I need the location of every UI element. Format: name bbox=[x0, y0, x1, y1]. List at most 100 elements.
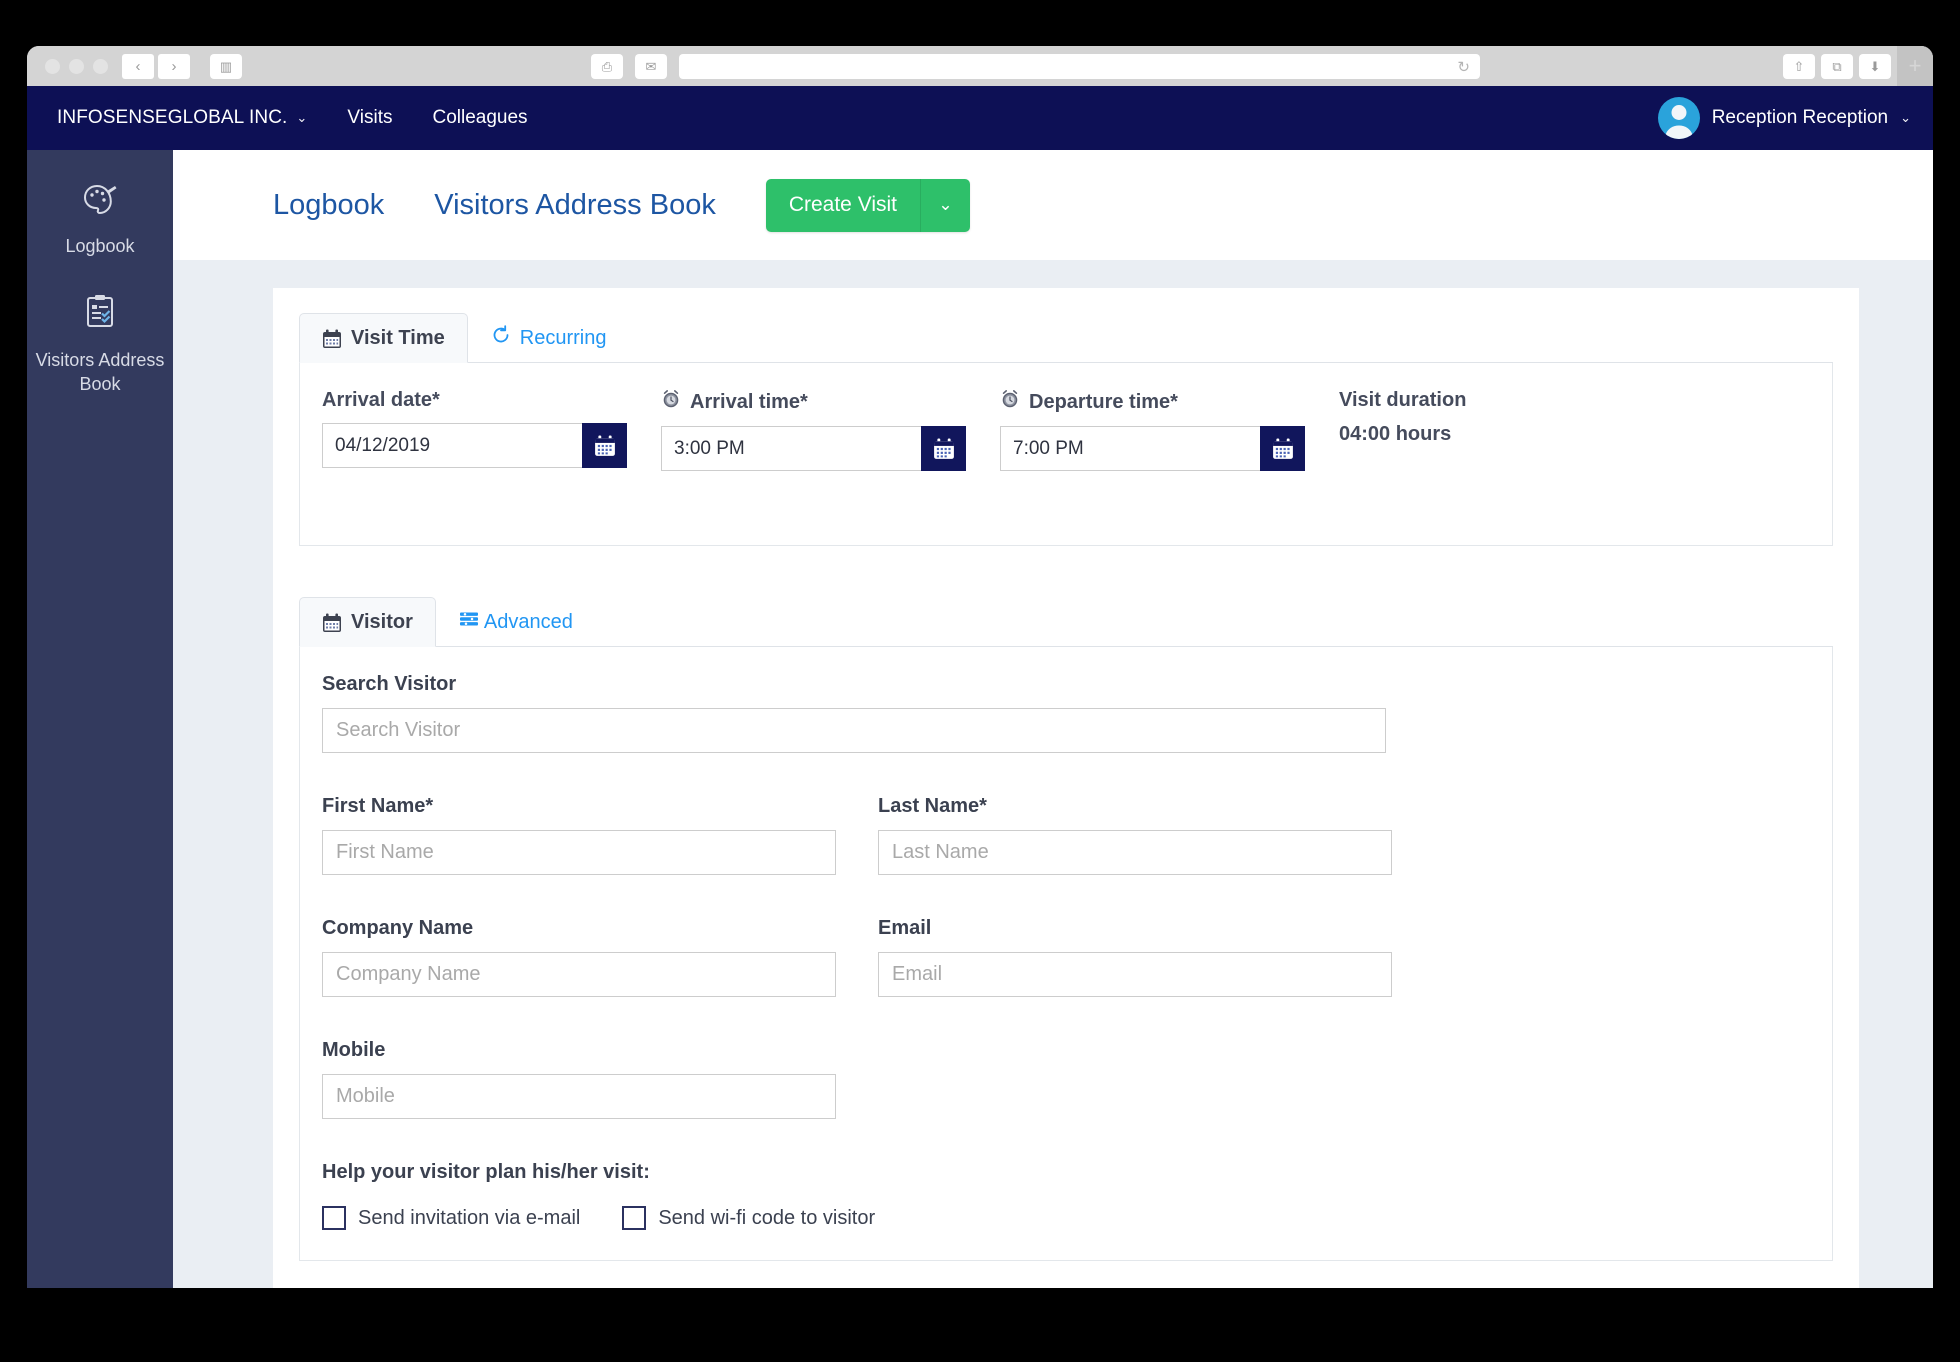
clipboard-icon bbox=[35, 294, 165, 338]
create-visit-dropdown-icon[interactable]: ⌄ bbox=[920, 178, 970, 232]
mobile-label: Mobile bbox=[322, 1039, 386, 1061]
reload-icon[interactable]: ↻ bbox=[1457, 58, 1470, 76]
visit-duration-field: Visit duration 04:00 hours bbox=[1339, 389, 1466, 471]
departure-time-input-group bbox=[1000, 426, 1305, 471]
palette-icon bbox=[35, 184, 165, 224]
tab-visit-time[interactable]: Visit Time bbox=[299, 313, 468, 363]
arrival-date-label: Arrival date* bbox=[322, 389, 627, 412]
chevron-down-icon: ⌄ bbox=[296, 110, 308, 125]
first-name-group: First Name* bbox=[322, 795, 836, 875]
email-group: Email bbox=[878, 917, 1392, 997]
send-invitation-checkbox[interactable] bbox=[322, 1206, 346, 1230]
arrival-date-input-group bbox=[322, 423, 627, 468]
print-icon[interactable]: ⎙ bbox=[591, 53, 623, 79]
arrival-date-calendar-icon[interactable] bbox=[582, 423, 627, 468]
maximize-button[interactable] bbox=[93, 58, 108, 74]
tabs-icon[interactable]: ⧉ bbox=[1821, 53, 1853, 79]
last-name-group: Last Name* bbox=[878, 795, 1392, 875]
departure-time-input[interactable] bbox=[1000, 426, 1260, 471]
alarm-clock-icon bbox=[661, 389, 681, 415]
nav-item-colleagues[interactable]: Colleagues bbox=[432, 107, 527, 129]
departure-time-label: Departure time* bbox=[1000, 389, 1305, 415]
visitor-panel: Search Visitor First Name* Last Name* bbox=[299, 647, 1833, 1261]
browser-window: ‹ › ▥ ⎙ ✉ ⌂ ↻ ⇧ ⧉ ⬇ + INFOSENSEGLOBAL IN… bbox=[27, 46, 1933, 1288]
send-wifi-checkbox[interactable] bbox=[622, 1206, 647, 1230]
label-text: Departure time* bbox=[1029, 390, 1178, 413]
send-wifi-checkbox-item[interactable]: Send wi-fi code to visitor bbox=[622, 1206, 875, 1230]
chevron-down-icon: ⌄ bbox=[1900, 110, 1911, 125]
create-visit-button[interactable]: Create Visit bbox=[766, 179, 920, 232]
visit-duration-value: 04:00 hours bbox=[1339, 423, 1452, 445]
visit-time-fields: Arrival date* 04/12/2019 Arrival time* 3… bbox=[322, 389, 1810, 471]
brand-label: INFOSENSEGLOBAL INC. bbox=[57, 107, 288, 128]
avatar bbox=[1657, 97, 1700, 139]
user-menu[interactable]: Reception Reception ⌄ bbox=[1657, 97, 1911, 139]
minimize-button[interactable] bbox=[69, 58, 84, 74]
app-body: Logbook Visitors Address Book Logbook Vi… bbox=[27, 150, 1933, 1288]
sidebar-item-visitors-address-book[interactable]: Visitors Address Book bbox=[27, 280, 173, 418]
tab-visitor[interactable]: Visitor bbox=[299, 597, 436, 647]
page-header: Logbook Visitors Address Book Create Vis… bbox=[173, 150, 1933, 260]
last-name-input[interactable] bbox=[878, 830, 1392, 875]
first-name-input[interactable] bbox=[322, 830, 836, 875]
send-invitation-label: Send invitation via e-mail bbox=[358, 1206, 581, 1229]
company-name-label: Company Name bbox=[322, 917, 474, 939]
departure-time-calendar-icon[interactable] bbox=[1260, 426, 1305, 471]
alarm-clock-icon bbox=[1000, 389, 1020, 415]
sidebar-item-logbook[interactable]: Logbook bbox=[27, 170, 173, 280]
calendar-icon bbox=[322, 329, 342, 349]
search-visitor-label: Search Visitor bbox=[322, 673, 457, 695]
browser-chrome: ‹ › ▥ ⎙ ✉ ⌂ ↻ ⇧ ⧉ ⬇ + bbox=[27, 46, 1933, 86]
help-visitor-title: Help your visitor plan his/her visit: bbox=[322, 1161, 650, 1183]
share-icon[interactable]: ⇧ bbox=[1783, 53, 1815, 79]
refresh-icon bbox=[491, 325, 511, 351]
arrival-time-input-group bbox=[661, 426, 966, 471]
company-name-group: Company Name bbox=[322, 917, 836, 997]
chrome-right-buttons: ⇧ ⧉ ⬇ bbox=[1783, 53, 1891, 79]
send-invitation-checkbox-item[interactable]: Send invitation via e-mail bbox=[322, 1206, 580, 1230]
search-visitor-input[interactable] bbox=[322, 708, 1386, 753]
visit-time-tabs: Visit Time Recurring bbox=[299, 310, 1833, 363]
page-link-visitors-address-book[interactable]: Visitors Address Book bbox=[434, 189, 716, 222]
first-name-label: First Name* bbox=[322, 795, 434, 817]
user-name: Reception Reception bbox=[1711, 107, 1889, 128]
tab-advanced[interactable]: Advanced bbox=[436, 595, 596, 647]
tab-label: Advanced bbox=[483, 610, 573, 633]
tab-recurring[interactable]: Recurring bbox=[468, 311, 630, 363]
downloads-icon[interactable]: ⬇ bbox=[1859, 53, 1891, 79]
arrival-time-field: Arrival time* bbox=[661, 389, 966, 471]
back-icon[interactable]: ‹ bbox=[122, 53, 154, 79]
content-area: Logbook Visitors Address Book Create Vis… bbox=[173, 150, 1933, 1288]
arrival-date-field: Arrival date* bbox=[322, 389, 627, 471]
close-button[interactable] bbox=[45, 58, 60, 74]
main-scroll: Visit Time Recurring Arrival date* 04/12… bbox=[173, 260, 1933, 1288]
last-name-label: Last Name* bbox=[878, 795, 987, 817]
forward-icon[interactable]: › bbox=[158, 53, 190, 79]
arrival-time-calendar-icon[interactable] bbox=[921, 426, 966, 471]
new-tab-icon[interactable]: + bbox=[1897, 46, 1933, 86]
company-name-input[interactable] bbox=[322, 952, 836, 997]
sliders-icon bbox=[459, 609, 479, 635]
search-visitor-group: Search Visitor bbox=[322, 673, 1810, 753]
sidebar-item-label: Visitors Address Book bbox=[35, 349, 165, 395]
mobile-input[interactable] bbox=[322, 1074, 836, 1119]
mail-icon[interactable]: ✉ bbox=[635, 53, 667, 79]
create-visit-group: Create Visit ⌄ bbox=[765, 178, 970, 232]
address-bar[interactable]: ↻ bbox=[690, 54, 1480, 79]
tab-label: Recurring bbox=[519, 326, 607, 349]
sidebar: Logbook Visitors Address Book bbox=[27, 150, 173, 1288]
arrival-date-input[interactable] bbox=[322, 423, 582, 468]
calendar-icon bbox=[322, 613, 342, 633]
nav-item-visits[interactable]: Visits bbox=[347, 107, 392, 129]
app-navbar: INFOSENSEGLOBAL INC. ⌄ Visits Colleagues… bbox=[27, 86, 1933, 150]
page-link-logbook[interactable]: Logbook bbox=[273, 189, 384, 222]
window-controls[interactable] bbox=[45, 58, 108, 74]
label-text: Arrival date* bbox=[322, 389, 440, 411]
nav-buttons: ‹ › bbox=[122, 53, 190, 79]
email-input[interactable] bbox=[878, 952, 1392, 997]
tab-label: Visitor bbox=[351, 611, 413, 633]
brand-dropdown[interactable]: INFOSENSEGLOBAL INC. ⌄ bbox=[57, 107, 307, 129]
sidebar-toggle-icon[interactable]: ▥ bbox=[210, 53, 242, 79]
send-wifi-label: Send wi-fi code to visitor bbox=[658, 1206, 876, 1229]
arrival-time-input[interactable] bbox=[661, 426, 921, 471]
